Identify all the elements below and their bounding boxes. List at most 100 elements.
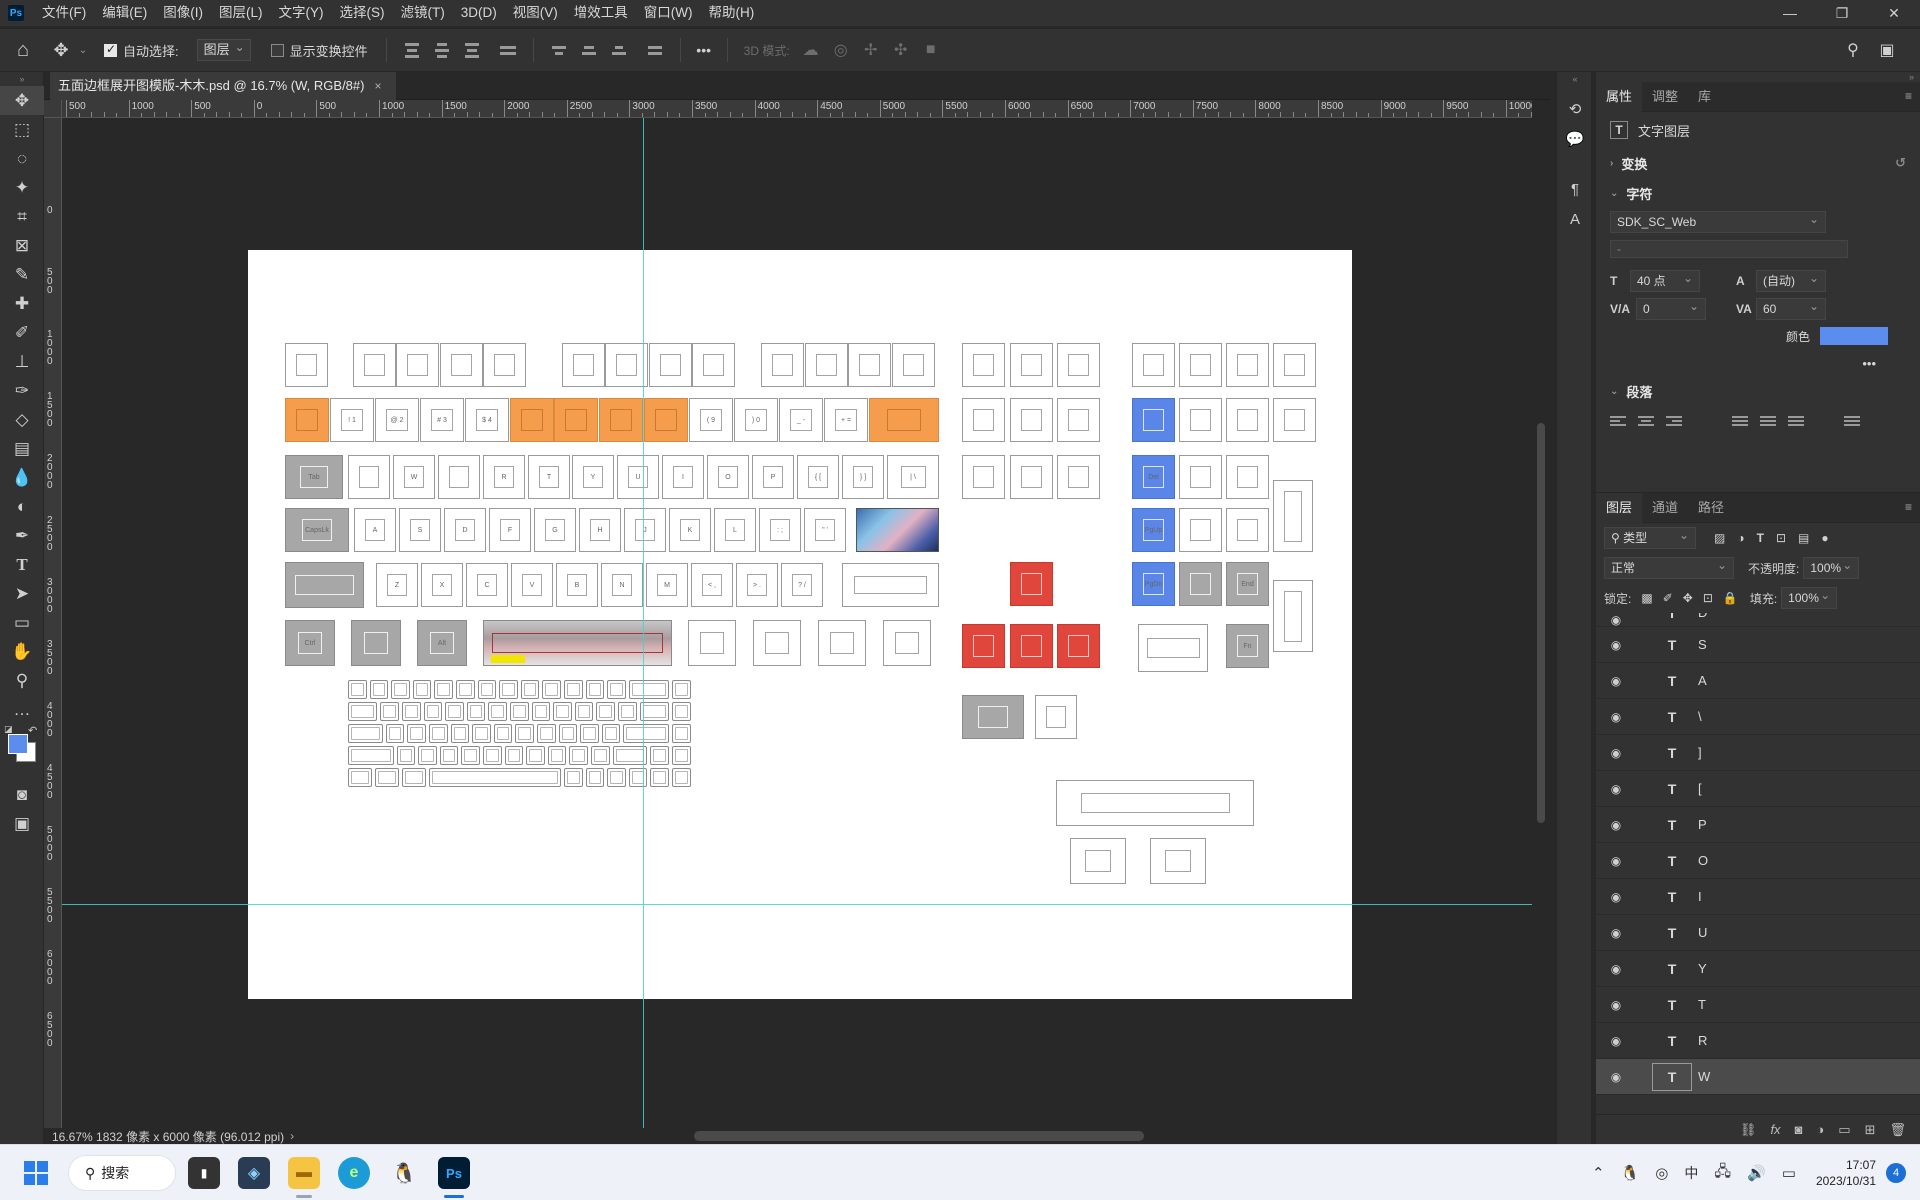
show-transform-check-icon[interactable] bbox=[270, 43, 284, 57]
close-document-icon[interactable]: × bbox=[374, 72, 381, 100]
justify-all-icon[interactable] bbox=[1844, 416, 1860, 426]
visibility-eye-icon[interactable]: ◉ bbox=[1602, 674, 1630, 688]
visibility-eye-icon[interactable]: ◉ bbox=[1602, 782, 1630, 796]
edge-browser-icon[interactable]: e bbox=[338, 1157, 370, 1189]
ime-indicator[interactable]: 中 bbox=[1684, 1163, 1698, 1183]
text-color-swatch[interactable] bbox=[1820, 327, 1888, 345]
filter-pixel-icon[interactable]: ▨ bbox=[1714, 531, 1725, 545]
layer-row[interactable]: ◉ T S bbox=[1596, 627, 1920, 663]
distribute-h-icon[interactable] bbox=[497, 39, 519, 61]
vertical-guide[interactable] bbox=[643, 118, 644, 1128]
more-options-icon[interactable]: ••• bbox=[1862, 356, 1876, 371]
visibility-eye-icon[interactable]: ◉ bbox=[1602, 890, 1630, 904]
type-tool-icon[interactable]: T bbox=[0, 550, 44, 579]
link-layers-icon[interactable]: ⛓ bbox=[1740, 1122, 1757, 1138]
tab-libraries[interactable]: 库 bbox=[1688, 82, 1721, 112]
layer-row[interactable]: ◉ T T bbox=[1596, 987, 1920, 1023]
align-top-icon[interactable] bbox=[548, 39, 570, 61]
menu-select[interactable]: 选择(S) bbox=[332, 0, 393, 26]
visibility-eye-icon[interactable]: ◉ bbox=[1602, 1070, 1630, 1084]
history-brush-tool-icon[interactable]: ✑ bbox=[0, 376, 44, 405]
menu-layer[interactable]: 图层(L) bbox=[211, 0, 271, 26]
character-section-header[interactable]: ⌄ 字符 bbox=[1596, 178, 1920, 208]
rectangle-tool-icon[interactable]: ▭ bbox=[0, 608, 44, 637]
tracking-field[interactable]: 60 bbox=[1756, 296, 1826, 320]
tool-preset-chevron-icon[interactable]: ⌄ bbox=[76, 36, 90, 64]
eraser-tool-icon[interactable]: ◇ bbox=[0, 405, 44, 434]
layer-filter-select[interactable]: ⚲ 类型 bbox=[1604, 525, 1696, 549]
pen-tool-icon[interactable]: ✒ bbox=[0, 521, 44, 550]
move-tool-icon[interactable]: ✥ bbox=[0, 86, 44, 115]
panel-menu-icon[interactable]: ≡ bbox=[1905, 500, 1912, 514]
visibility-eye-icon[interactable]: ◉ bbox=[1602, 638, 1630, 652]
align-middle-v-icon[interactable] bbox=[578, 39, 600, 61]
blend-mode-select[interactable]: 正常 bbox=[1604, 555, 1734, 579]
show-transform-checkbox[interactable]: 显示变换控件 bbox=[270, 41, 368, 60]
search-icon[interactable]: ⚲ bbox=[1838, 36, 1868, 64]
new-layer-icon[interactable]: ⊞ bbox=[1865, 1122, 1876, 1138]
kerning-field[interactable]: 0 bbox=[1636, 296, 1706, 320]
leading-field[interactable]: (自动) bbox=[1756, 268, 1826, 292]
menu-file[interactable]: 文件(F) bbox=[34, 0, 94, 26]
menu-filter[interactable]: 滤镜(T) bbox=[393, 0, 453, 26]
visibility-eye-icon[interactable]: ◉ bbox=[1602, 746, 1630, 760]
lock-image-icon[interactable]: ✐ bbox=[1663, 591, 1673, 605]
swap-colors-icon[interactable]: ↶ bbox=[28, 724, 37, 737]
layer-row[interactable]: ◉ T D bbox=[1596, 613, 1920, 627]
filter-adjustment-icon[interactable]: ◑ bbox=[1737, 531, 1744, 545]
menu-type[interactable]: 文字(Y) bbox=[271, 0, 332, 26]
magic-wand-tool-icon[interactable]: ✦ bbox=[0, 173, 44, 202]
add-mask-icon[interactable]: ◙ bbox=[1795, 1122, 1803, 1137]
path-selection-tool-icon[interactable]: ➤ bbox=[0, 579, 44, 608]
layer-row[interactable]: ◉ T U bbox=[1596, 915, 1920, 951]
volume-icon[interactable]: 🔊 bbox=[1747, 1164, 1766, 1182]
paragraph-section-header[interactable]: ⌄ 段落 bbox=[1596, 376, 1920, 406]
menu-3d[interactable]: 3D(D) bbox=[453, 0, 505, 26]
horizontal-guide[interactable] bbox=[62, 904, 1532, 905]
minimize-button[interactable]: — bbox=[1764, 0, 1816, 26]
stamp-tool-icon[interactable]: ⊥ bbox=[0, 347, 44, 376]
eyedropper-tool-icon[interactable]: ✎ bbox=[0, 260, 44, 289]
app-tray-icon[interactable]: ◎ bbox=[1655, 1164, 1668, 1182]
tab-layers[interactable]: 图层 bbox=[1596, 492, 1643, 523]
character-panel-icon[interactable]: A bbox=[1557, 204, 1593, 234]
visibility-eye-icon[interactable]: ◉ bbox=[1602, 1034, 1630, 1048]
taskbar-search[interactable]: ⚲ 搜索 bbox=[68, 1155, 176, 1191]
battery-icon[interactable]: ▭ bbox=[1782, 1164, 1796, 1182]
3d-scale-icon[interactable]: ■ bbox=[916, 36, 946, 64]
layer-row[interactable]: ◉ T R bbox=[1596, 1023, 1920, 1059]
move-tool-icon[interactable]: ✥ bbox=[46, 36, 76, 64]
distribute-v-icon[interactable] bbox=[644, 39, 666, 61]
new-group-icon[interactable]: ▭ bbox=[1838, 1122, 1850, 1138]
vertical-scrollbar-track[interactable] bbox=[1532, 118, 1550, 1128]
3d-orbit-icon[interactable]: ☁ bbox=[796, 36, 826, 64]
lock-position-icon[interactable]: ✥ bbox=[1683, 591, 1693, 605]
brush-tool-icon[interactable]: ✐ bbox=[0, 318, 44, 347]
collapse-panels-icon[interactable]: « bbox=[1557, 72, 1593, 86]
align-text-left-icon[interactable] bbox=[1610, 416, 1626, 426]
status-menu-icon[interactable]: › bbox=[290, 1129, 294, 1143]
tab-properties[interactable]: 属性 bbox=[1596, 81, 1643, 112]
screen-mode-icon[interactable]: ▣ bbox=[0, 809, 44, 838]
document-tab[interactable]: 五面边框展开图模版-木木.psd @ 16.7% (W, RGB/8#) × bbox=[50, 72, 396, 100]
layer-row[interactable]: ◉ T O bbox=[1596, 843, 1920, 879]
photoshop-taskbar-icon[interactable]: Ps bbox=[438, 1157, 470, 1189]
layer-row[interactable]: ◉ T Y bbox=[1596, 951, 1920, 987]
align-left-icon[interactable] bbox=[401, 39, 423, 61]
layer-row[interactable]: ◉ T \ bbox=[1596, 699, 1920, 735]
menu-view[interactable]: 视图(V) bbox=[505, 0, 566, 26]
align-right-icon[interactable] bbox=[461, 39, 483, 61]
menu-plugins[interactable]: 增效工具 bbox=[566, 0, 636, 26]
close-window-button[interactable]: ✕ bbox=[1868, 0, 1920, 26]
menu-image[interactable]: 图像(I) bbox=[155, 0, 211, 26]
adjustment-layer-icon[interactable]: ◑ bbox=[1816, 1122, 1824, 1137]
hand-tool-icon[interactable]: ✋ bbox=[0, 637, 44, 666]
font-family-select[interactable]: SDK_SC_Web bbox=[1610, 209, 1826, 233]
align-bottom-icon[interactable] bbox=[608, 39, 630, 61]
more-options-icon[interactable]: ••• bbox=[691, 36, 717, 64]
auto-select-checkbox[interactable]: 自动选择: bbox=[104, 41, 179, 60]
visibility-eye-icon[interactable]: ◉ bbox=[1602, 854, 1630, 868]
start-windows-icon[interactable] bbox=[24, 1161, 48, 1185]
3d-roll-icon[interactable]: ◎ bbox=[826, 36, 856, 64]
visibility-eye-icon[interactable]: ◉ bbox=[1602, 613, 1630, 626]
